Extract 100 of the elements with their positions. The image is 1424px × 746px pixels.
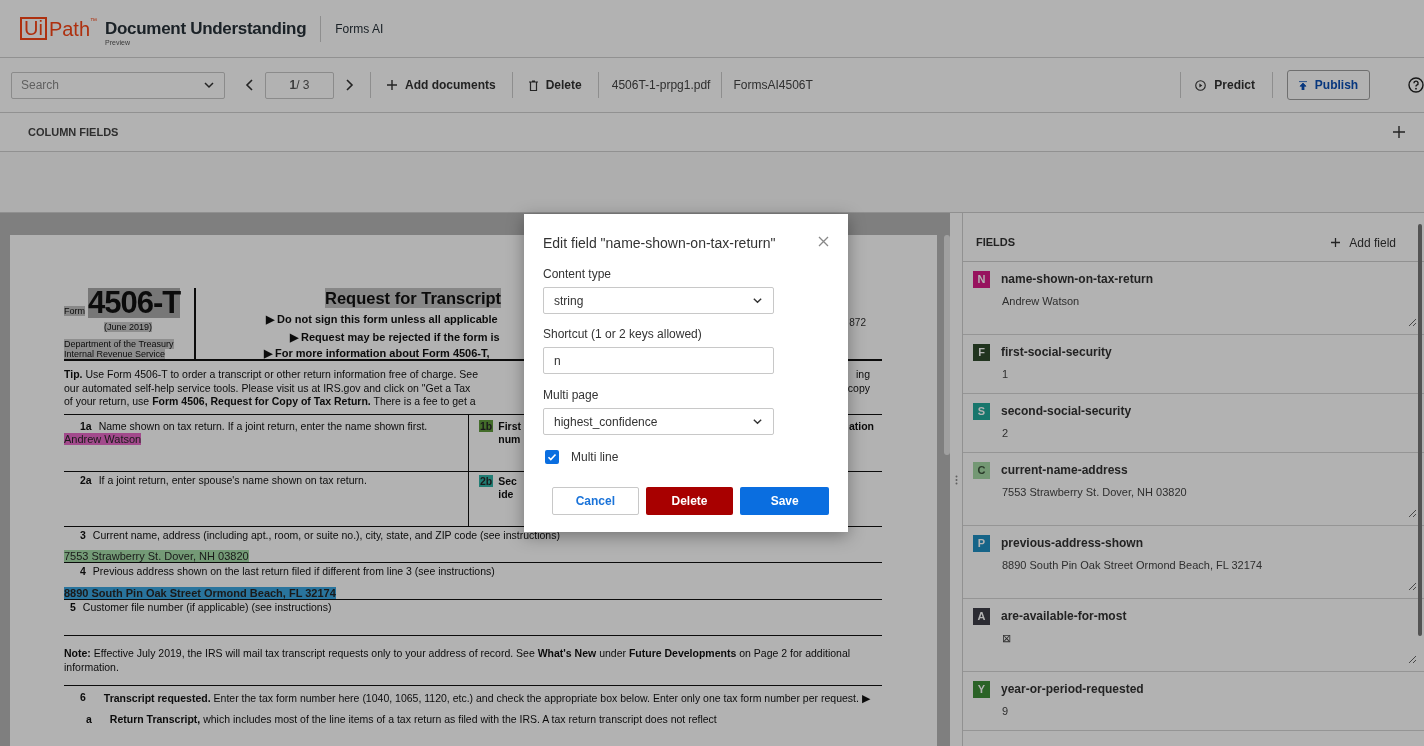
line-label: Previous address shown on the last return filed if different from line 3 (see instructions): [92, 564, 495, 578]
field-badge: S: [973, 402, 990, 420]
line-number: 4: [80, 564, 86, 578]
line-number: 3: [80, 528, 86, 542]
delete-button[interactable]: Delete: [645, 487, 734, 515]
resize-handle-icon[interactable]: [1409, 656, 1416, 663]
field-name[interactable]: previous-address-shown: [1001, 534, 1144, 552]
field-value: 9: [1002, 704, 1009, 719]
note-paragraph: Note: Effective July 2019, the IRS will mail tax transcript requests only to your address of record. See What's New under Future Developments on Page 2 for additional information.: [64, 645, 852, 674]
multi-page-dropdown[interactable]: highest_confidence: [543, 408, 774, 435]
chevron-down-icon: [752, 416, 763, 427]
field-value: ⊠: [1002, 631, 1011, 646]
line-number: 2a: [80, 473, 92, 487]
field-name[interactable]: name-shown-on-tax-return: [1001, 270, 1153, 288]
predict-button[interactable]: Predict: [1195, 76, 1255, 94]
field-badge: C: [973, 461, 990, 479]
checkbox-label: Multi line: [571, 449, 619, 466]
trash-icon: [528, 79, 538, 91]
omb-number: 872: [849, 317, 866, 329]
field-name[interactable]: current-name-address: [1001, 461, 1128, 479]
line-label: Return Transcript, which includes most of the line items of a tax return as filed with the IRS. A tax return transcript does not reflect: [109, 712, 717, 726]
line-number: 1a: [80, 419, 92, 433]
form-number: 4506-T: [88, 288, 181, 318]
resize-handle-icon[interactable]: [1409, 510, 1416, 517]
line-label: Current name, address (including apt., room, or suite no.), city, state, and ZIP code (see instructions): [92, 528, 560, 542]
line-label-fragment: ide: [498, 487, 515, 501]
tip-text-fragment: ing: [856, 368, 870, 382]
chevron-right-icon: [344, 79, 354, 91]
field-name[interactable]: second-social-security: [1001, 402, 1132, 420]
extracted-value-highlight: 8890 South Pin Oak Street Ormond Beach, FL 32174: [64, 586, 336, 599]
close-icon[interactable]: [818, 236, 829, 247]
field-badge: Y: [973, 680, 990, 698]
fields-title: FIELDS: [976, 235, 1016, 251]
extracted-value-highlight: Andrew Watson: [64, 432, 142, 445]
chevron-left-icon: [245, 79, 255, 91]
plus-icon[interactable]: [1393, 126, 1405, 138]
extracted-value-highlight: 7553 Strawberry St. Dover, NH 03820: [64, 549, 249, 562]
column-fields-title: COLUMN FIELDS: [28, 124, 119, 140]
field-value: 2: [1002, 426, 1009, 441]
line-label-fragment: First: [498, 419, 522, 433]
field-label: Shortcut (1 or 2 keys allowed): [543, 327, 703, 341]
line-label-fragment: Sec: [498, 474, 517, 488]
delete-button[interactable]: Delete: [528, 76, 582, 94]
drag-handle-icon[interactable]: [954, 474, 958, 485]
field-label: Multi page: [543, 388, 600, 402]
line-label-fragment: ation: [848, 419, 874, 433]
line-label-fragment: num: [498, 432, 522, 446]
checkmark-icon: [547, 452, 557, 462]
add-field-button[interactable]: Add field: [1331, 233, 1396, 252]
add-documents-button[interactable]: Add documents: [387, 76, 496, 94]
field-name[interactable]: first-social-security: [1001, 343, 1112, 361]
tip-text: Tip. Use Form 4506-T to order a transcript or other return information free of charge. See: [64, 368, 478, 382]
field-badge: P: [973, 534, 990, 552]
tip-text-fragment: copy: [847, 381, 870, 395]
field-value: Andrew Watson: [1002, 294, 1080, 309]
content-type-dropdown[interactable]: string: [543, 287, 774, 314]
project-name[interactable]: Forms AI: [335, 19, 384, 38]
publish-button[interactable]: Publish: [1287, 70, 1370, 100]
field-badge: A: [973, 607, 990, 625]
tip-text: our automated self-help service tools. Please visit us at IRS.gov and click on "Get a Tax: [64, 381, 471, 395]
resize-handle-icon[interactable]: [1409, 319, 1416, 326]
instruction-line: ▶ For more information about Form 4506-T,: [264, 347, 490, 360]
field-name[interactable]: year-or-period-requested: [1001, 680, 1144, 698]
plus-icon: [387, 80, 397, 90]
line-number: 6: [80, 690, 86, 705]
product-title: Document Understanding: [105, 18, 307, 39]
instruction-line: ▶ Request may be rejected if the form is: [290, 331, 500, 344]
line-label: If a joint return, enter spouse's name shown on tax return.: [98, 473, 367, 487]
save-button[interactable]: Save: [740, 487, 829, 515]
instruction-line: ▶ Do not sign this form unless all applicable: [266, 313, 498, 326]
model-name: FormsAI4506T: [733, 77, 813, 94]
line-number: a: [86, 712, 92, 726]
line-label: Customer file number (if applicable) (see instructions): [82, 600, 332, 614]
field-badge: F: [973, 343, 990, 361]
help-icon[interactable]: [1408, 77, 1424, 93]
line-label: Name shown on tax return. If a joint return, enter the name shown first.: [98, 419, 429, 433]
multi-line-checkbox[interactable]: [545, 450, 559, 464]
file-name: 4506T-1-prpg1.pdf: [611, 77, 711, 94]
shortcut-input[interactable]: n: [543, 347, 774, 374]
chevron-down-icon: [203, 79, 215, 91]
field-value: 8890 South Pin Oak Street Ormond Beach, FL 32174: [1002, 558, 1263, 573]
upload-icon: [1298, 80, 1307, 90]
line-number: 1b: [479, 419, 494, 432]
line-number: 2b: [479, 474, 494, 487]
tip-text: of your return, use Form 4506, Request for Copy of Tax Return. There is a fee to get a: [64, 395, 476, 409]
play-circle-icon: [1195, 79, 1207, 91]
line-label: Transcript requested. Enter the tax form number here (1040, 1065, 1120, etc.) and check the appropriate box below. Enter only one tax form number per request. ▶: [103, 690, 870, 706]
field-value: 1: [1002, 367, 1009, 382]
chevron-down-icon: [752, 295, 763, 306]
field-card[interactable]: Y year-or-period-requested 9: [963, 672, 1424, 731]
field-name[interactable]: are-available-for-most: [1001, 607, 1127, 625]
field-label: Content type: [543, 267, 613, 281]
resize-handle-icon[interactable]: [1409, 583, 1416, 590]
cancel-button[interactable]: Cancel: [552, 487, 639, 515]
plus-icon: [1331, 238, 1341, 247]
field-value: 7553 Strawberry St. Dover, NH 03820: [1002, 485, 1187, 500]
line-number: 5: [70, 600, 76, 614]
page-number-field[interactable]: 1/ 3: [265, 71, 334, 99]
dialog-title: Edit field "name-shown-on-tax-return": [543, 234, 776, 252]
field-badge: N: [973, 270, 990, 288]
